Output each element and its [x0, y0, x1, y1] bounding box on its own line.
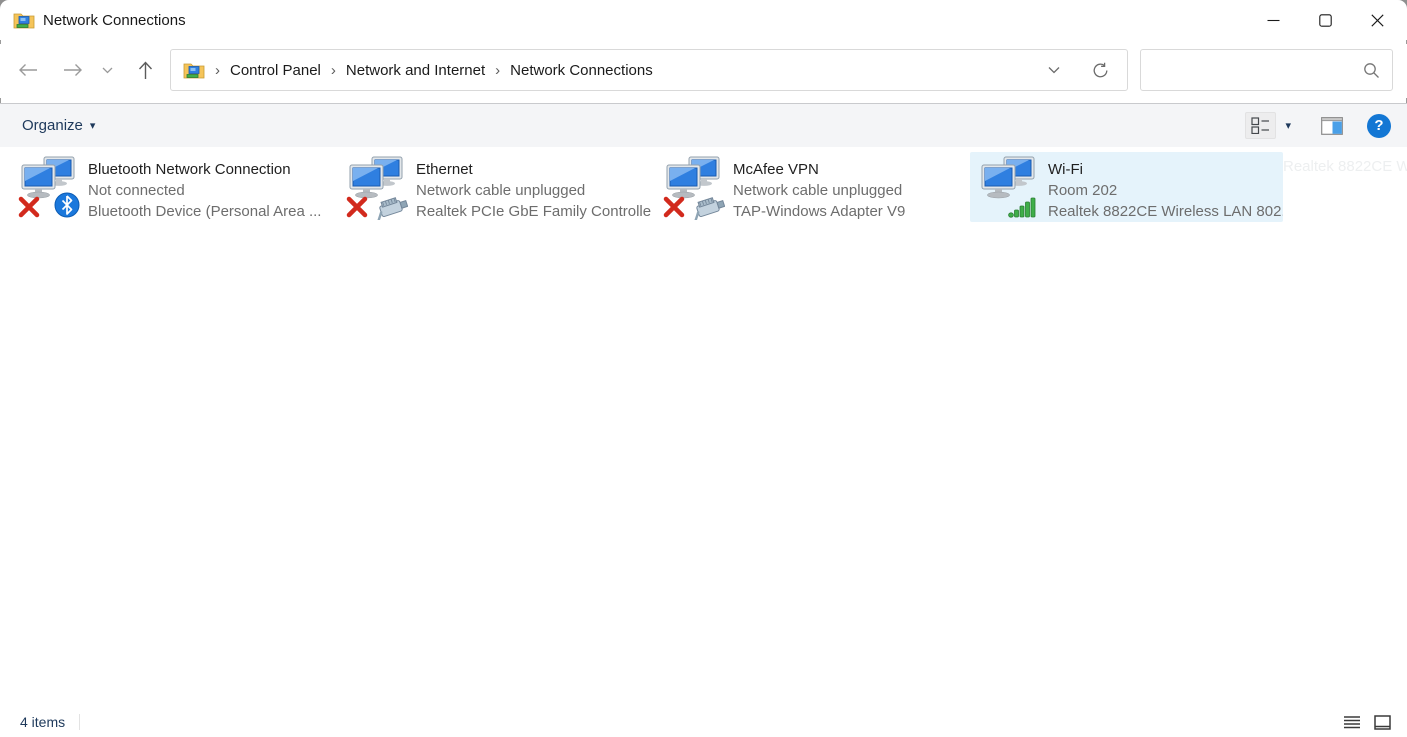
- connection-icon: [346, 154, 412, 220]
- network-connections-icon: [13, 10, 35, 30]
- connection-tile-bluetooth[interactable]: Bluetooth Network Connection Not connect…: [10, 152, 323, 222]
- recent-locations-button[interactable]: [93, 52, 121, 88]
- large-icons-view-button[interactable]: [1369, 710, 1395, 734]
- refresh-icon: [1092, 62, 1109, 79]
- navigation-bar: › Control Panel › Network and Internet ›…: [0, 44, 1407, 98]
- connection-status: Room 202: [1048, 180, 1283, 201]
- breadcrumb-network-and-internet[interactable]: Network and Internet: [346, 62, 485, 79]
- minimize-icon: [1267, 14, 1280, 27]
- search-input[interactable]: [1141, 62, 1359, 78]
- search-box: [1140, 49, 1393, 91]
- command-bar: Organize ▾ ▾ ?: [0, 103, 1407, 147]
- wifi-signal-icon: [1008, 192, 1038, 218]
- search-icon[interactable]: [1363, 62, 1380, 79]
- chevron-down-icon: [102, 67, 113, 74]
- close-button[interactable]: [1351, 0, 1403, 40]
- connection-device: TAP-Windows Adapter V9: [733, 201, 905, 222]
- change-view-button[interactable]: [1245, 112, 1276, 139]
- ethernet-plug-icon: [374, 194, 408, 220]
- view-dropdown-button[interactable]: ▾: [1276, 119, 1301, 132]
- breadcrumb-separator: ›: [205, 62, 230, 79]
- bluetooth-badge-icon: [54, 192, 80, 218]
- network-connections-window: Network Connections: [0, 0, 1407, 737]
- ethernet-plug-icon: [691, 194, 725, 220]
- connection-icon: [978, 154, 1044, 220]
- back-arrow-icon: [18, 63, 38, 77]
- address-bar[interactable]: › Control Panel › Network and Internet ›…: [170, 49, 1128, 91]
- details-view-icon: [1344, 715, 1360, 729]
- ghost-tooltip-text: Realtek 8822CE Wi: [1283, 158, 1407, 175]
- large-icons-view-icon: [1374, 715, 1391, 730]
- breadcrumb-separator: ›: [485, 62, 510, 79]
- organize-label: Organize: [22, 117, 83, 134]
- connection-status: Not connected: [88, 180, 321, 201]
- chevron-down-icon: [1048, 66, 1060, 74]
- connection-status: Network cable unplugged: [733, 180, 905, 201]
- tiles-view-icon: [1251, 117, 1270, 134]
- preview-pane-button[interactable]: [1321, 117, 1343, 135]
- title-bar: Network Connections: [0, 0, 1407, 40]
- connection-icon: [18, 154, 84, 220]
- connection-name: Wi-Fi: [1048, 159, 1283, 180]
- connection-icon: [663, 154, 729, 220]
- maximize-button[interactable]: [1299, 0, 1351, 40]
- connection-name: Bluetooth Network Connection: [88, 159, 321, 180]
- connection-device: Realtek 8822CE Wireless LAN 802....: [1048, 201, 1283, 222]
- disabled-x-icon: [18, 196, 40, 218]
- status-bar: 4 items: [0, 707, 1407, 737]
- details-view-button[interactable]: [1339, 710, 1365, 734]
- connection-status: Network cable unplugged: [416, 180, 651, 201]
- address-dropdown-button[interactable]: [1032, 66, 1076, 74]
- up-arrow-icon: [138, 61, 153, 80]
- breadcrumb-network-connections[interactable]: Network Connections: [510, 62, 653, 79]
- breadcrumb-separator: ›: [321, 62, 346, 79]
- back-button[interactable]: [10, 52, 46, 88]
- connection-tile-wifi[interactable]: Wi-Fi Room 202 Realtek 8822CE Wireless L…: [970, 152, 1283, 222]
- caret-down-icon: ▾: [90, 119, 96, 132]
- disabled-x-icon: [346, 196, 368, 218]
- refresh-button[interactable]: [1076, 62, 1125, 79]
- help-button[interactable]: ?: [1367, 114, 1391, 138]
- up-button[interactable]: [127, 52, 163, 88]
- connection-device: Realtek PCIe GbE Family Controller: [416, 201, 651, 222]
- preview-pane-icon: [1321, 117, 1343, 135]
- disabled-x-icon: [663, 196, 685, 218]
- connection-name: McAfee VPN: [733, 159, 905, 180]
- breadcrumb-control-panel[interactable]: Control Panel: [230, 62, 321, 79]
- status-divider: [79, 714, 80, 730]
- item-count: 4 items: [20, 714, 65, 730]
- organize-button[interactable]: Organize ▾: [22, 117, 95, 134]
- file-list-area[interactable]: Bluetooth Network Connection Not connect…: [0, 147, 1407, 707]
- maximize-icon: [1319, 14, 1332, 27]
- connection-tile-ethernet[interactable]: Ethernet Network cable unplugged Realtek…: [338, 152, 651, 222]
- forward-button[interactable]: [55, 52, 91, 88]
- window-title: Network Connections: [43, 12, 186, 29]
- address-location-icon: [183, 60, 205, 80]
- connection-tile-mcafee-vpn[interactable]: McAfee VPN Network cable unplugged TAP-W…: [655, 152, 968, 222]
- forward-arrow-icon: [63, 63, 83, 77]
- close-icon: [1371, 14, 1384, 27]
- connection-device: Bluetooth Device (Personal Area ...: [88, 201, 321, 222]
- minimize-button[interactable]: [1247, 0, 1299, 40]
- connection-name: Ethernet: [416, 159, 651, 180]
